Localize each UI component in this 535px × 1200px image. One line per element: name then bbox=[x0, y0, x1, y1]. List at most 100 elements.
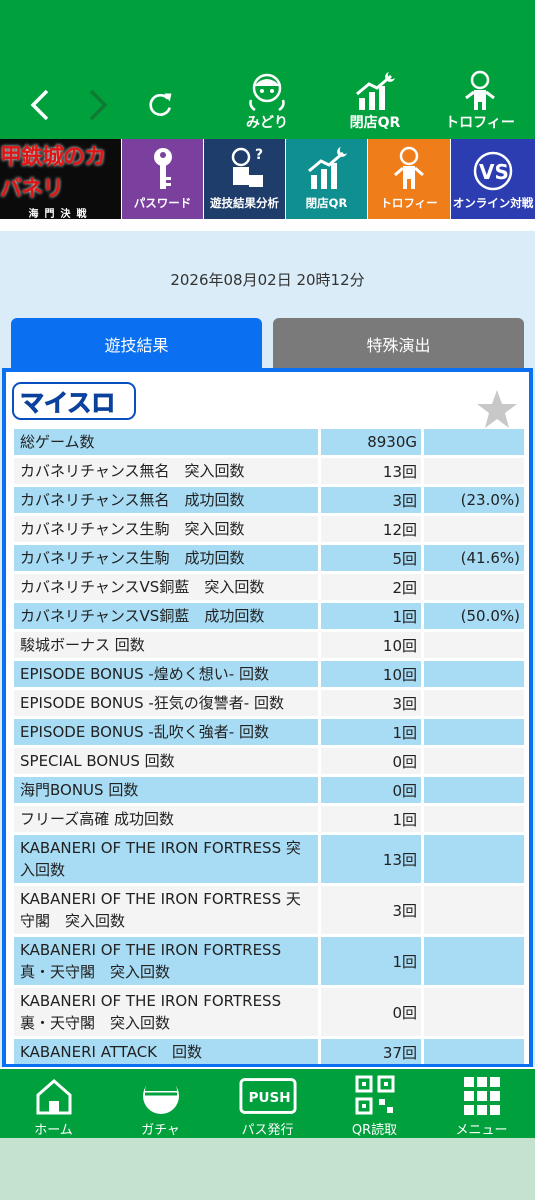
stat-label: カバネリチャンス生駒 成功回数 bbox=[14, 545, 318, 571]
online-vs-icon: VS bbox=[473, 151, 513, 191]
bottom-nav-label: パス発行 bbox=[241, 1123, 294, 1138]
stat-rate bbox=[424, 1039, 524, 1064]
stat-label: SPECIAL BONUS 回数 bbox=[14, 748, 318, 774]
stat-value: 0回 bbox=[321, 988, 421, 1036]
stat-label: カバネリチャンス生駒 突入回数 bbox=[14, 516, 318, 542]
stat-value: 10回 bbox=[321, 661, 421, 687]
reload-icon[interactable] bbox=[140, 85, 180, 125]
top-link-closing-qr[interactable]: 閉店QR bbox=[330, 70, 420, 136]
logo-main-text: 甲鉄城のカバネリ bbox=[0, 143, 106, 202]
qr-code-icon bbox=[355, 1075, 394, 1115]
stat-value: 3回 bbox=[321, 487, 421, 513]
stat-label: EPISODE BONUS -狂気の復讐者- 回数 bbox=[14, 690, 318, 716]
menu-tile-closing-qr[interactable]: 閉店QR bbox=[286, 139, 368, 219]
key-icon bbox=[153, 148, 172, 189]
stat-rate: (50.0%) bbox=[424, 603, 524, 629]
top-link-trophy[interactable]: トロフィー bbox=[435, 70, 525, 136]
bottom-nav-pass[interactable]: PUSH パス発行 bbox=[214, 1069, 321, 1138]
stat-value: 2回 bbox=[321, 574, 421, 600]
menu-grid-icon bbox=[463, 1077, 500, 1115]
bottom-nav: ホーム ガチャ PUSH パス発行 QR読取 メニュー bbox=[0, 1067, 535, 1138]
stats-row: 海門BONUS 回数 0回 bbox=[14, 777, 527, 803]
bottom-nav-label: ホーム bbox=[34, 1123, 73, 1138]
stat-value: 1回 bbox=[321, 603, 421, 629]
top-link-label: みどり bbox=[246, 115, 288, 131]
bottom-nav-label: ガチャ bbox=[141, 1123, 180, 1138]
stat-rate bbox=[424, 458, 524, 484]
stat-rate bbox=[424, 806, 524, 832]
myslo-logo: マイスロ bbox=[12, 382, 136, 420]
stats-row: フリーズ高確 成功回数 1回 bbox=[14, 806, 527, 832]
stats-row: KABANERI OF THE IRON FORTRESS 真・天守閣 突入回数… bbox=[14, 937, 527, 985]
svg-text:VS: VS bbox=[479, 160, 509, 184]
stats-row: カバネリチャンス生駒 成功回数 5回 (41.6%) bbox=[14, 545, 527, 571]
midori-character-icon bbox=[249, 73, 285, 112]
top-link-label: トロフィー bbox=[445, 115, 515, 131]
menu-tile-label: 閉店QR bbox=[305, 196, 348, 210]
bottom-nav-label: メニュー bbox=[455, 1123, 508, 1138]
stat-rate: (41.6%) bbox=[424, 545, 524, 571]
stat-value: 3回 bbox=[321, 886, 421, 934]
stats-row: カバネリチャンスVS銅藍 成功回数 1回 (50.0%) bbox=[14, 603, 527, 629]
stat-label: カバネリチャンスVS銅藍 成功回数 bbox=[14, 603, 318, 629]
stats-row: KABANERI OF THE IRON FORTRESS 天守閣 突入回数 3回 bbox=[14, 886, 527, 934]
stat-rate bbox=[424, 719, 524, 745]
stat-label: EPISODE BONUS -乱吹く強者- 回数 bbox=[14, 719, 318, 745]
menu-tile-password[interactable]: パスワード bbox=[122, 139, 204, 219]
stat-value: 12回 bbox=[321, 516, 421, 542]
stats-row: SPECIAL BONUS 回数 0回 bbox=[14, 748, 527, 774]
stat-rate bbox=[424, 690, 524, 716]
top-header: みどり 閉店QR トロフィー bbox=[0, 0, 535, 139]
svg-text:PUSH: PUSH bbox=[248, 1090, 290, 1106]
stat-rate: (23.0%) bbox=[424, 487, 524, 513]
stat-label: KABANERI OF THE IRON FORTRESS 裏・天守閣 突入回数 bbox=[14, 988, 318, 1036]
stat-value: 1回 bbox=[321, 719, 421, 745]
favorite-star-icon[interactable] bbox=[475, 388, 519, 430]
spacer bbox=[0, 219, 535, 231]
stat-value: 10回 bbox=[321, 632, 421, 658]
stat-value: 13回 bbox=[321, 458, 421, 484]
stat-label: KABANERI OF THE IRON FORTRESS 突入回数 bbox=[14, 835, 318, 883]
stats-row: カバネリチャンス無名 突入回数 13回 bbox=[14, 458, 527, 484]
stat-rate bbox=[424, 661, 524, 687]
stat-value: 5回 bbox=[321, 545, 421, 571]
analysis-character-icon: ? bbox=[231, 147, 263, 187]
stat-label: 総ゲーム数 bbox=[14, 429, 318, 455]
menu-tile-online-vs[interactable]: VS オンライン対戦 bbox=[451, 139, 535, 219]
stats-row: EPISODE BONUS -乱吹く強者- 回数 1回 bbox=[14, 719, 527, 745]
forward-arrow-icon[interactable] bbox=[78, 85, 118, 125]
stat-rate bbox=[424, 429, 524, 455]
stat-rate bbox=[424, 988, 524, 1036]
game-logo[interactable]: 甲鉄城のカバネリ 海門決戦 bbox=[0, 139, 122, 220]
menu-tile-trophy[interactable]: トロフィー bbox=[368, 139, 451, 219]
stats-row: KABANERI OF THE IRON FORTRESS 突入回数 13回 bbox=[14, 835, 527, 883]
svg-text:マイスロ: マイスロ bbox=[20, 389, 115, 417]
system-bar bbox=[0, 1138, 535, 1200]
tab-special-effects[interactable]: 特殊演出 bbox=[273, 318, 524, 370]
menu-strip: 甲鉄城のカバネリ 海門決戦 パスワード ? 遊技結果分析 閉店QR トロフィー … bbox=[0, 139, 535, 220]
bottom-nav-home[interactable]: ホーム bbox=[0, 1069, 107, 1138]
stats-table: 総ゲーム数 8930G カバネリチャンス無名 突入回数 13回 カバネリチャンス無名 成… bbox=[14, 429, 527, 1064]
stat-rate bbox=[424, 886, 524, 934]
closing-qr-chart-icon bbox=[356, 72, 395, 110]
bottom-nav-menu[interactable]: メニュー bbox=[428, 1069, 535, 1138]
menu-tile-analysis[interactable]: ? 遊技結果分析 bbox=[204, 139, 286, 219]
back-arrow-icon[interactable] bbox=[20, 85, 60, 125]
menu-tile-label: 遊技結果分析 bbox=[210, 196, 279, 210]
stat-label: EPISODE BONUS -煌めく想い- 回数 bbox=[14, 661, 318, 687]
stats-row: 総ゲーム数 8930G bbox=[14, 429, 527, 455]
trophy-character-icon bbox=[465, 70, 495, 110]
tab-play-results[interactable]: 遊技結果 bbox=[11, 318, 262, 370]
stat-rate bbox=[424, 937, 524, 985]
stat-label: フリーズ高確 成功回数 bbox=[14, 806, 318, 832]
stat-rate bbox=[424, 777, 524, 803]
bottom-nav-qr[interactable]: QR読取 bbox=[321, 1069, 428, 1138]
closing-qr-chart-icon bbox=[307, 147, 347, 189]
stats-row: EPISODE BONUS -煌めく想い- 回数 10回 bbox=[14, 661, 527, 687]
results-panel: マイスロ 総ゲーム数 8930G カバネリチャンス無名 突入回数 13回 カバネリチャン… bbox=[2, 368, 533, 1068]
stat-value: 1回 bbox=[321, 806, 421, 832]
bottom-nav-gacha[interactable]: ガチャ bbox=[107, 1069, 214, 1138]
stats-row: KABANERI ATTACK 回数 37回 bbox=[14, 1039, 527, 1064]
top-link-midori[interactable]: みどり bbox=[222, 70, 312, 136]
stat-label: KABANERI OF THE IRON FORTRESS 天守閣 突入回数 bbox=[14, 886, 318, 934]
